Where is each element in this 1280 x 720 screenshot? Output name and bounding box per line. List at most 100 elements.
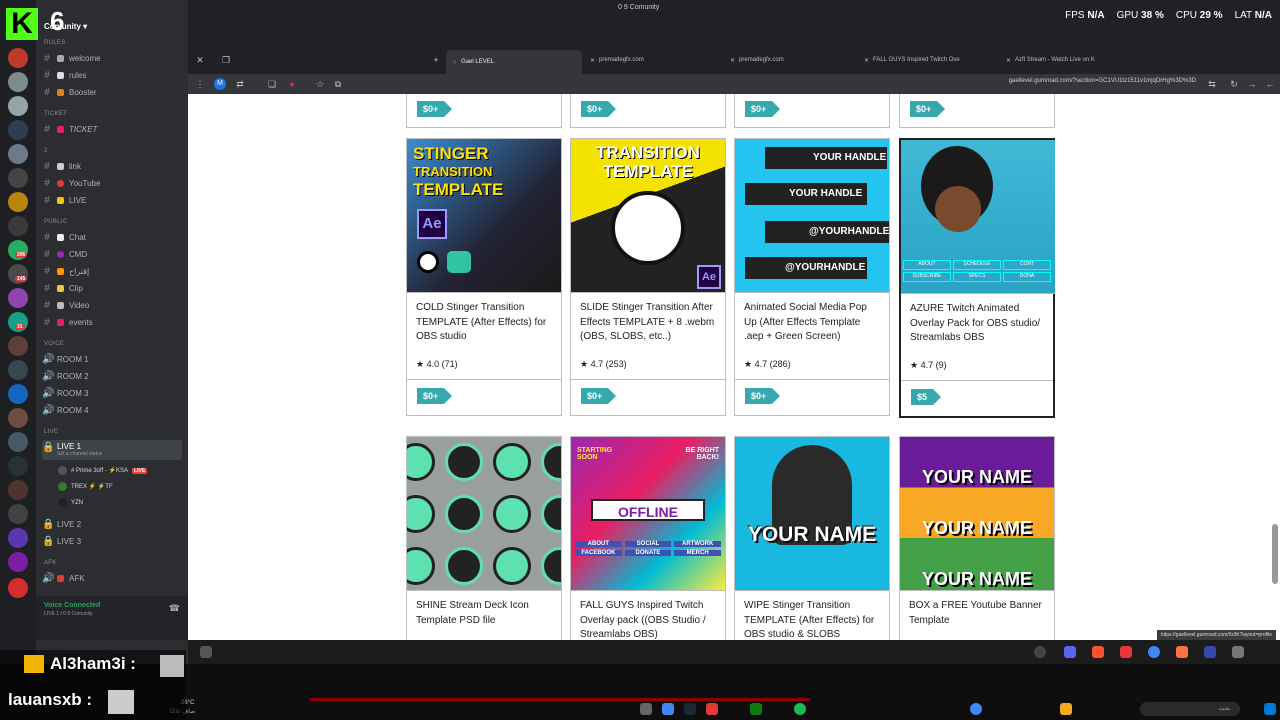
close-icon[interactable]: ✕ [194,54,206,66]
server-icon[interactable] [8,120,28,140]
close-icon[interactable]: ✕ [452,59,457,66]
back-icon[interactable]: ← [1264,78,1276,90]
category-public[interactable]: Public [44,219,67,225]
channel-video[interactable]: # Video [42,298,182,312]
product-card[interactable]: YOUR NAME YOUR NAME YOUR NAME BOX a FREE… [899,436,1055,640]
voice-user[interactable]: YZN [58,498,83,507]
category-afk[interactable]: AFK [44,560,57,566]
voice-user[interactable]: # Prime 3off - ⚡KSA LIVE [58,466,148,475]
server-icon[interactable] [8,480,28,500]
server-icon[interactable] [8,432,28,452]
server-icon[interactable] [8,528,28,548]
tab-premadegfx-2[interactable]: ✕ premadegfx.com [724,52,854,68]
new-tab-icon[interactable]: + [430,54,442,66]
channel-booster[interactable]: # Booster [42,85,182,99]
server-icon[interactable] [8,408,28,428]
channel-link[interactable]: # link [42,159,182,173]
category-2[interactable]: 2 [44,148,48,154]
app-icon[interactable] [706,703,718,715]
product-card[interactable]: TRANSITION TEMPLATE Ae SLIDE Stinger Tra… [570,138,726,416]
server-icon[interactable] [8,384,28,404]
close-icon[interactable]: ✕ [1006,57,1011,64]
channel-chat[interactable]: # Chat [42,230,182,244]
server-icon[interactable] [8,192,28,212]
xbox-icon[interactable] [750,703,762,715]
url-field[interactable]: gaellevel.gumroad.com/?section=GC1VU1tz1… [1009,78,1196,84]
server-icon[interactable] [8,288,28,308]
server-icon[interactable] [8,456,28,476]
voice-live-1[interactable]: 🔒 LIVE 1 Set a channel status [42,440,182,460]
server-icon[interactable] [8,144,28,164]
channel-rules[interactable]: # rules [42,68,182,82]
product-card[interactable]: STARTING SOON BE RIGHT BACK! OFFLINE ABO… [570,436,726,640]
product-card[interactable]: SHINE Stream Deck Icon Template PSD file [406,436,562,640]
channel-ticket[interactable]: # TICKET [42,122,182,136]
forward-icon[interactable]: → [1246,78,1258,90]
discord-icon[interactable] [1064,646,1076,658]
product-card[interactable]: STINGER TRANSITION TEMPLATE Ae COLD Stin… [406,138,562,416]
close-icon[interactable]: ✕ [590,57,595,64]
server-icon[interactable] [8,552,28,572]
spotify-icon[interactable] [794,703,806,715]
product-card-partial[interactable]: $0+ [570,94,726,128]
server-icon[interactable] [8,336,28,356]
reload-icon[interactable]: ⇆ [1206,78,1218,90]
tab-gael-level[interactable]: ✕ Gael LEVEL [446,50,582,74]
server-icon[interactable] [8,72,28,92]
voice-afk[interactable]: 🔊 AFK [42,571,182,585]
channel-live[interactable]: # LIVE [42,193,182,207]
voice-room-4[interactable]: 🔊 ROOM 4 [42,403,182,417]
windows-start-icon[interactable] [1264,703,1276,715]
close-icon[interactable]: ✕ [730,57,735,64]
profile-icon[interactable]: M [214,78,226,90]
chat-icon[interactable] [200,646,212,658]
server-icon[interactable] [8,96,28,116]
chrome-icon[interactable] [1148,646,1160,658]
disconnect-icon[interactable]: ☎ [169,603,180,614]
server-icon[interactable] [8,360,28,380]
search-input[interactable]: بحث [1140,702,1240,716]
reload-icon[interactable]: ↻ [1228,78,1240,90]
tab-search-icon[interactable]: ❏ [266,78,278,90]
server-icon[interactable] [8,504,28,524]
product-card-partial[interactable]: $0+ [406,94,562,128]
tab-kick-stream[interactable]: ✕ Azfl Stream - Watch Live on K [1000,52,1120,68]
settings-icon[interactable] [1034,646,1046,658]
server-icon[interactable] [8,216,28,236]
steam-icon[interactable] [684,703,696,715]
app-icon[interactable] [1232,646,1244,658]
channel-welcome[interactable]: # welcome [42,51,182,65]
brave-icon[interactable] [1092,646,1104,658]
chrome-icon[interactable] [970,703,982,715]
channel-youtube[interactable]: # YouTube [42,176,182,190]
voice-live-3[interactable]: 🔒 LIVE 3 [42,534,182,548]
category-live[interactable]: Live [44,429,58,435]
close-icon[interactable]: ✕ [864,57,869,64]
voice-room-2[interactable]: 🔊 ROOM 2 [42,369,182,383]
menu-icon[interactable]: ⋮ [194,78,206,90]
extensions-icon[interactable]: ⇄ [234,78,246,90]
app-icon[interactable] [1120,646,1132,658]
app-icon[interactable] [1176,646,1188,658]
channel-suggestions[interactable]: # إقتراح [42,264,182,278]
scrollbar-thumb[interactable] [1272,524,1278,584]
channel-events[interactable]: # events [42,315,182,329]
folder-icon[interactable] [1060,703,1072,715]
product-card-hovered[interactable]: ABOUT SCHEDULE CONT SUBSCRIBE SPECS DONA… [899,138,1055,418]
app-icon[interactable] [640,703,652,715]
server-icon[interactable] [8,48,28,68]
voice-user[interactable]: TREX ⚡ ⚡TF [58,482,113,491]
category-rules[interactable]: RULES [44,40,66,46]
restore-icon[interactable]: ❐ [220,54,232,66]
server-icon[interactable] [8,168,28,188]
category-ticket[interactable]: TICKET [44,111,67,117]
star-icon[interactable]: ☆ [314,78,326,90]
category-voice[interactable]: VOICE [44,341,64,347]
product-card-partial[interactable]: $0+ [734,94,890,128]
voice-room-3[interactable]: 🔊 ROOM 3 [42,386,182,400]
extension-icon[interactable]: ● [286,78,298,90]
server-icon[interactable] [8,578,28,598]
tab-fall-guys[interactable]: ✕ FALL GUYS Inspired Twitch Ove [858,52,998,68]
product-card-partial[interactable]: $0+ [899,94,1055,128]
app-icon[interactable] [662,703,674,715]
